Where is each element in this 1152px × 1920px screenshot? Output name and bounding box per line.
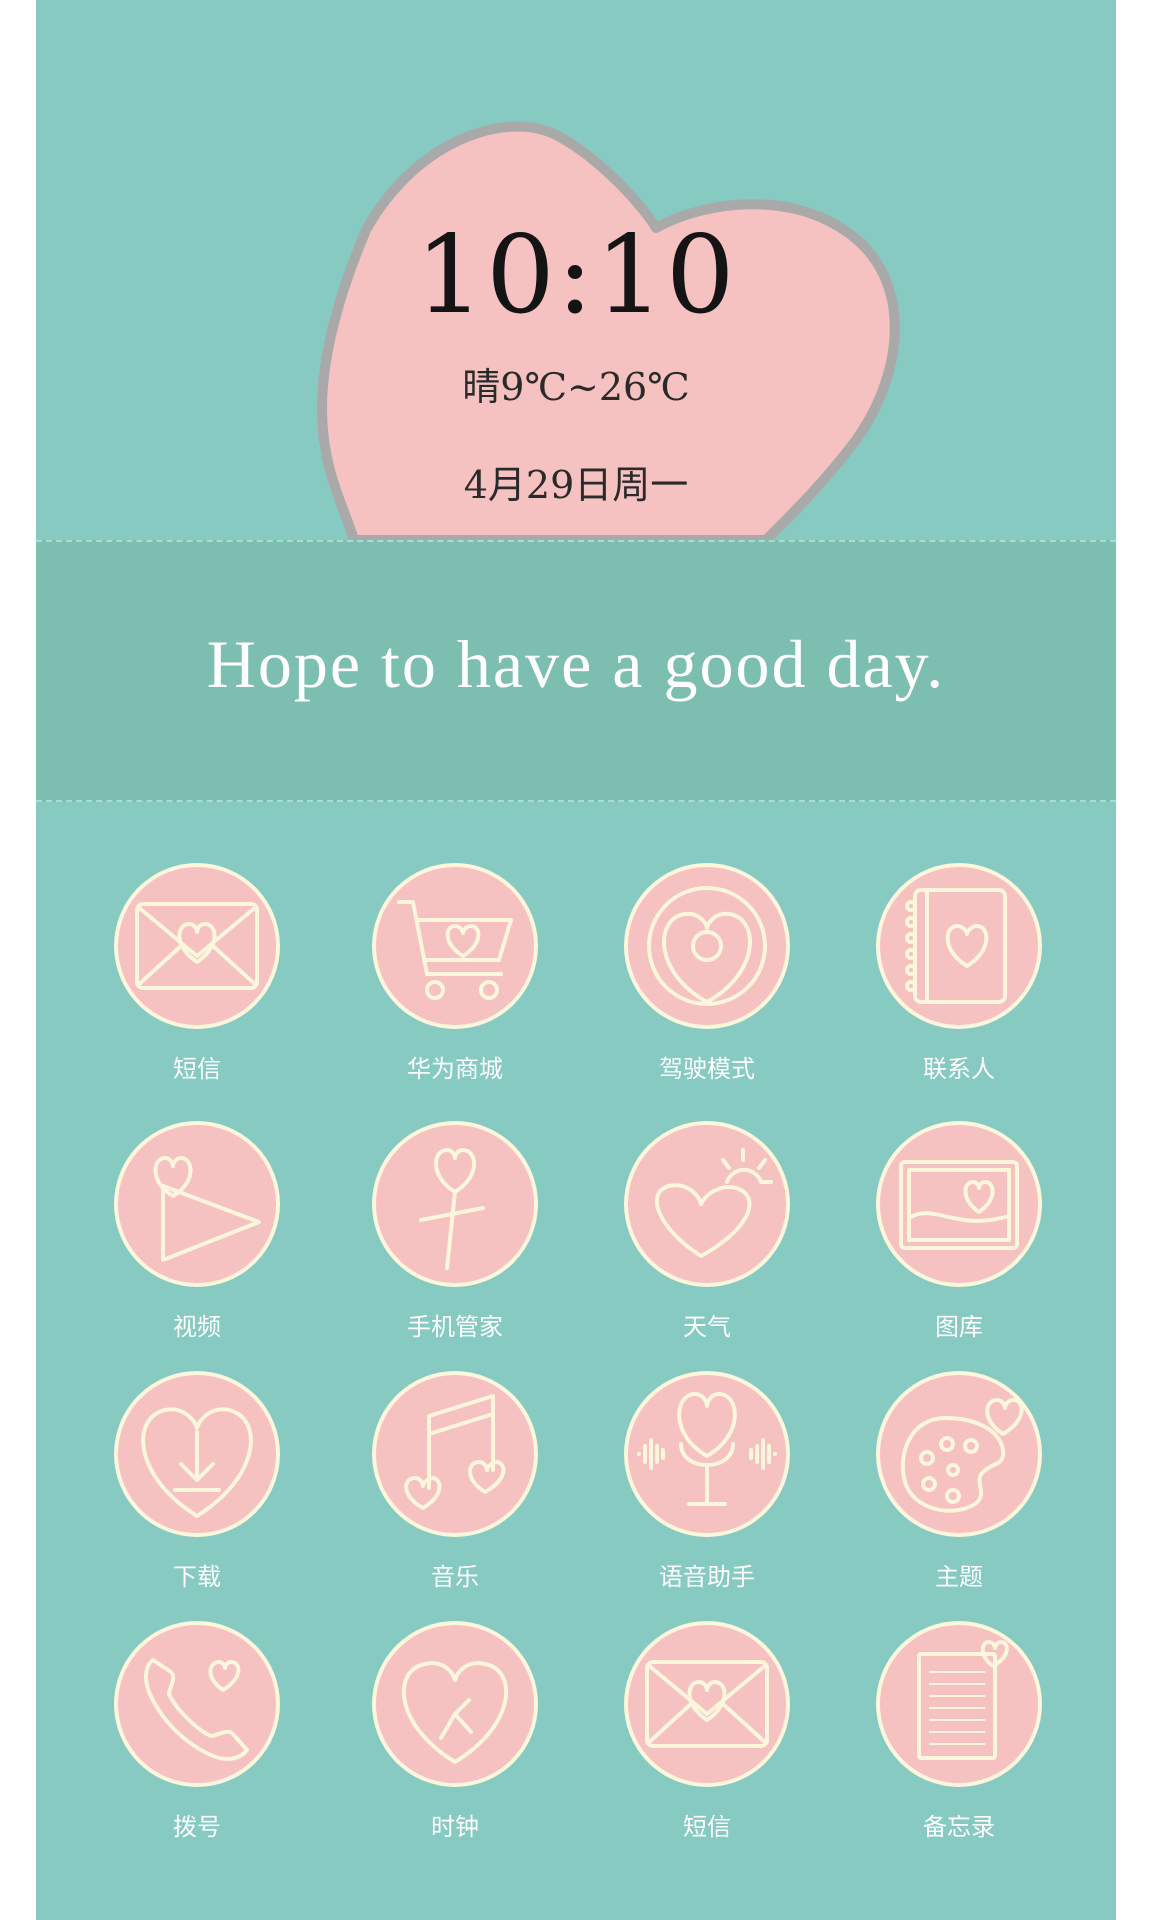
greeting-banner: Hope to have a good day.: [36, 540, 1116, 802]
app-phone-manager[interactable]: 手机管家: [330, 1120, 580, 1350]
app-gallery[interactable]: 图库: [834, 1120, 1084, 1350]
app-label: 下载: [173, 1563, 221, 1591]
app-messages[interactable]: 短信: [72, 862, 322, 1092]
app-label: 音乐: [431, 1563, 479, 1591]
date-text: 4月29日周一: [463, 463, 689, 507]
app-label: 拨号: [173, 1813, 221, 1841]
app-huawei-store[interactable]: 华为商城: [330, 862, 580, 1092]
memo-heart-icon: [876, 1621, 1042, 1787]
app-downloads[interactable]: 下载: [72, 1370, 322, 1600]
shopping-cart-heart-icon: [372, 863, 538, 1029]
app-driving-mode[interactable]: 驾驶模式: [582, 862, 832, 1092]
app-messages-2[interactable]: 短信: [582, 1620, 832, 1850]
app-dialer[interactable]: 拨号: [72, 1620, 322, 1850]
play-heart-icon: [114, 1121, 280, 1287]
app-memo[interactable]: 备忘录: [834, 1620, 1084, 1850]
notebook-heart-icon: [876, 863, 1042, 1029]
heart-clock-icon: [372, 1621, 538, 1787]
app-label: 语音助手: [659, 1563, 755, 1591]
app-label: 图库: [935, 1313, 983, 1341]
heart-sun-icon: [624, 1121, 790, 1287]
app-clock[interactable]: 时钟: [330, 1620, 580, 1850]
app-voice-assistant[interactable]: 语音助手: [582, 1370, 832, 1600]
picture-heart-icon: [876, 1121, 1042, 1287]
app-label: 短信: [173, 1055, 221, 1083]
app-label: 手机管家: [407, 1313, 503, 1341]
app-label: 主题: [935, 1563, 983, 1591]
app-label: 时钟: [431, 1813, 479, 1841]
app-video[interactable]: 视频: [72, 1120, 322, 1350]
steering-wheel-heart-icon: [624, 863, 790, 1029]
app-contacts[interactable]: 联系人: [834, 862, 1084, 1092]
app-label: 天气: [683, 1313, 731, 1341]
envelope-heart-icon: [624, 1621, 790, 1787]
app-label: 视频: [173, 1313, 221, 1341]
home-screen: 10:10 晴9℃~26℃ 4月29日周一 Hope to have a goo…: [36, 0, 1116, 1920]
music-note-hearts-icon: [372, 1371, 538, 1537]
app-themes[interactable]: 主题: [834, 1370, 1084, 1600]
clock-widget[interactable]: 10:10 晴9℃~26℃ 4月29日周一: [36, 0, 1116, 540]
app-music[interactable]: 音乐: [330, 1370, 580, 1600]
app-label: 短信: [683, 1813, 731, 1841]
app-weather[interactable]: 天气: [582, 1120, 832, 1350]
microphone-heart-icon: [624, 1371, 790, 1537]
palette-heart-icon: [876, 1371, 1042, 1537]
weather-text: 晴9℃~26℃: [462, 365, 690, 409]
greeting-text: Hope to have a good day.: [206, 626, 946, 702]
app-label: 驾驶模式: [659, 1055, 755, 1083]
heart-download-icon: [114, 1371, 280, 1537]
app-label: 备忘录: [923, 1813, 995, 1841]
phone-heart-icon: [114, 1621, 280, 1787]
clock-time: 10:10: [415, 213, 737, 338]
app-label: 联系人: [923, 1055, 995, 1083]
envelope-heart-icon: [114, 863, 280, 1029]
heart-flower-icon: [372, 1121, 538, 1287]
app-label: 华为商城: [407, 1055, 503, 1083]
